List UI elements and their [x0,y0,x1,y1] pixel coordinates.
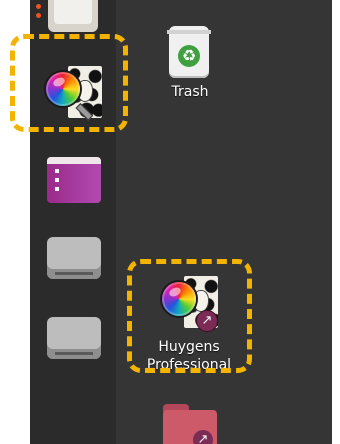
drive-icon [55,352,93,355]
recycle-icon: ♻ [178,45,200,67]
window-sidebar-dots [55,169,59,193]
desktop-area [116,0,332,444]
desktop-icon-folder-shortcut[interactable]: ↗ [163,404,217,444]
trash-lid [167,30,211,34]
window-title-bar [47,157,101,164]
highlight-box-desktop [127,259,252,373]
dock-item-files[interactable] [48,0,98,32]
shortcut-arrow-icon: ↗ [193,430,213,444]
dock-item-drive-1[interactable] [47,237,101,279]
desktop-icon-trash[interactable]: ♻ [167,26,211,78]
files-icon [54,0,92,24]
screen: ♻ Trash ↗ Huygens Professional ↗ [0,0,340,444]
drive-icon [55,272,93,275]
running-indicator [36,4,42,24]
dock-item-app-window[interactable] [47,157,101,203]
highlight-box-dock [10,34,128,132]
dock-item-drive-2[interactable] [47,317,101,359]
trash-label: Trash [171,84,209,100]
